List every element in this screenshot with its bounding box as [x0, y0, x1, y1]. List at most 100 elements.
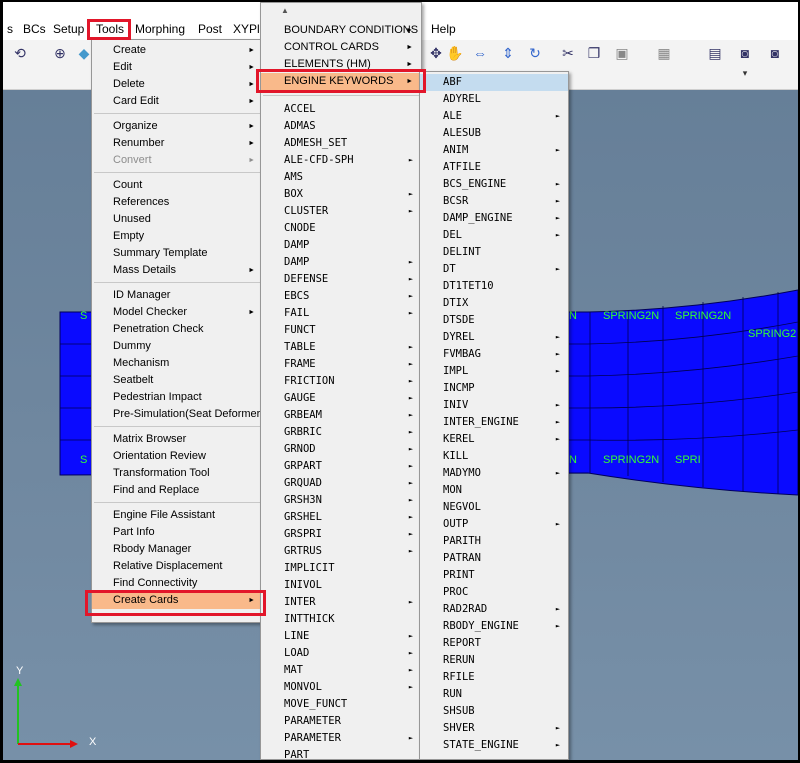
- layers-icon[interactable]: ▦: [655, 44, 673, 62]
- menu-item-iniv[interactable]: INIV ►: [420, 397, 568, 414]
- menu-item-implicit[interactable]: IMPLICIT: [261, 560, 421, 577]
- scroll-up-icon[interactable]: ▲: [281, 6, 289, 15]
- menu-item-cnode[interactable]: CNODE: [261, 220, 421, 237]
- menu-item-kerel[interactable]: KEREL ►: [420, 431, 568, 448]
- menu-item-incmp[interactable]: INCMP: [420, 380, 568, 397]
- menu-tools[interactable]: Tools: [93, 20, 127, 38]
- menu-item-mat[interactable]: MAT ►: [261, 662, 421, 679]
- capture-icon[interactable]: ◙: [766, 44, 784, 62]
- menu-item-mechanism[interactable]: Mechanism: [92, 355, 263, 372]
- rotate-icon[interactable]: ⟲: [11, 44, 29, 62]
- menu-item-madymo[interactable]: MADYMO ►: [420, 465, 568, 482]
- menu-item-grpart[interactable]: GRPART ►: [261, 458, 421, 475]
- menu-item-inivol[interactable]: INIVOL: [261, 577, 421, 594]
- menu-item-fvmbag[interactable]: FVMBAG ►: [420, 346, 568, 363]
- menu-bcs[interactable]: BCs: [20, 20, 49, 38]
- menu-item-del[interactable]: DEL ►: [420, 227, 568, 244]
- menu-item-defense[interactable]: DEFENSE ►: [261, 271, 421, 288]
- menu-item-abf[interactable]: ABF: [420, 74, 568, 91]
- menu-item-unused[interactable]: Unused: [92, 211, 263, 228]
- menu-item-renumber[interactable]: Renumber ►: [92, 135, 263, 152]
- menu-item-grshel[interactable]: GRSHEL ►: [261, 509, 421, 526]
- menu-item-bcs-engine[interactable]: BCS_ENGINE ►: [420, 176, 568, 193]
- menu-item-grquad[interactable]: GRQUAD ►: [261, 475, 421, 492]
- menu-item-control-cards[interactable]: CONTROL CARDS ►: [261, 39, 421, 56]
- menu-item-impl[interactable]: IMPL ►: [420, 363, 568, 380]
- menu-item-summary-template[interactable]: Summary Template: [92, 245, 263, 262]
- menu-item-transformation-tool[interactable]: Transformation Tool: [92, 465, 263, 482]
- menu-item-rad2rad[interactable]: RAD2RAD ►: [420, 601, 568, 618]
- menu-item-ebcs[interactable]: EBCS ►: [261, 288, 421, 305]
- menu-partial[interactable]: s: [4, 20, 16, 38]
- menu-item-grspri[interactable]: GRSPRI ►: [261, 526, 421, 543]
- menu-item-rfile[interactable]: RFILE: [420, 669, 568, 686]
- menu-item-empty[interactable]: Empty: [92, 228, 263, 245]
- menu-item-engine-file-assistant[interactable]: Engine File Assistant: [92, 507, 263, 524]
- menu-item-dt1tet10[interactable]: DT1TET10: [420, 278, 568, 295]
- menu-item-state-engine[interactable]: STATE_ENGINE ►: [420, 737, 568, 754]
- menu-item-bcsr[interactable]: BCSR ►: [420, 193, 568, 210]
- menu-item-outp[interactable]: OUTP ►: [420, 516, 568, 533]
- copy-icon[interactable]: ❐: [585, 44, 603, 62]
- menu-item-grtrus[interactable]: GRTRUS ►: [261, 543, 421, 560]
- menu-item-pedestrian-impact[interactable]: Pedestrian Impact: [92, 389, 263, 406]
- menu-item-damp-engine[interactable]: DAMP_ENGINE ►: [420, 210, 568, 227]
- menu-item-accel[interactable]: ACCEL: [261, 101, 421, 118]
- menu-item-engine-keywords[interactable]: ENGINE KEYWORDS ►: [261, 73, 421, 90]
- menu-item-rbody-engine[interactable]: RBODY_ENGINE ►: [420, 618, 568, 635]
- hand-icon[interactable]: ✋: [446, 44, 464, 62]
- menu-item-find-and-replace[interactable]: Find and Replace: [92, 482, 263, 499]
- menu-item-load[interactable]: LOAD ►: [261, 645, 421, 662]
- menu-item-references[interactable]: References: [92, 194, 263, 211]
- menu-item-dt[interactable]: DT ►: [420, 261, 568, 278]
- menu-item-funct[interactable]: FUNCT: [261, 322, 421, 339]
- menu-item-id-manager[interactable]: ID Manager: [92, 287, 263, 304]
- menu-item-ams[interactable]: AMS: [261, 169, 421, 186]
- menu-setup[interactable]: Setup: [50, 20, 87, 38]
- menu-item-dtsde[interactable]: DTSDE: [420, 312, 568, 329]
- menu-item-parith[interactable]: PARITH: [420, 533, 568, 550]
- menu-item-run[interactable]: RUN: [420, 686, 568, 703]
- menu-item-edit[interactable]: Edit ►: [92, 59, 263, 76]
- menu-item-mass-details[interactable]: Mass Details ►: [92, 262, 263, 279]
- menu-item-parameter[interactable]: PARAMETER ►: [261, 730, 421, 747]
- menu-item-grsh3n[interactable]: GRSH3N ►: [261, 492, 421, 509]
- pan-arrows-icon[interactable]: ✥: [427, 44, 445, 62]
- menu-item-atfile[interactable]: ATFILE: [420, 159, 568, 176]
- menu-item-print[interactable]: PRINT: [420, 567, 568, 584]
- menu-item-frame[interactable]: FRAME ►: [261, 356, 421, 373]
- menu-item-monvol[interactable]: MONVOL ►: [261, 679, 421, 696]
- menu-item-find-connectivity[interactable]: Find Connectivity: [92, 575, 263, 592]
- menu-item-grbeam[interactable]: GRBEAM ►: [261, 407, 421, 424]
- menu-morphing[interactable]: Morphing: [132, 20, 188, 38]
- menu-item-patran[interactable]: PATRAN: [420, 550, 568, 567]
- menu-item-kill[interactable]: KILL: [420, 448, 568, 465]
- menu-item-friction[interactable]: FRICTION ►: [261, 373, 421, 390]
- vertical-arrows-icon[interactable]: ⇕: [499, 44, 517, 62]
- zoom-icon[interactable]: ⊕: [51, 44, 69, 62]
- menu-item-shsub[interactable]: SHSUB: [420, 703, 568, 720]
- menu-item-create-cards[interactable]: Create Cards ►: [92, 592, 263, 609]
- menu-item-create[interactable]: Create ►: [92, 42, 263, 59]
- menu-item-card-edit[interactable]: Card Edit ►: [92, 93, 263, 110]
- menu-item-admesh-set[interactable]: ADMESH_SET: [261, 135, 421, 152]
- menu-item-proc[interactable]: PROC: [420, 584, 568, 601]
- menu-item-admas[interactable]: ADMAS: [261, 118, 421, 135]
- menu-item-rerun[interactable]: RERUN: [420, 652, 568, 669]
- menu-item-organize[interactable]: Organize ►: [92, 118, 263, 135]
- menu-item-move-funct[interactable]: MOVE_FUNCT: [261, 696, 421, 713]
- menu-item-inter[interactable]: INTER ►: [261, 594, 421, 611]
- menu-item-inter-engine[interactable]: INTER_ENGINE ►: [420, 414, 568, 431]
- model-view-icon[interactable]: ▤: [706, 44, 724, 62]
- menu-item-orientation-review[interactable]: Orientation Review: [92, 448, 263, 465]
- menu-item-ale[interactable]: ALE ►: [420, 108, 568, 125]
- menu-item-part-info[interactable]: Part Info: [92, 524, 263, 541]
- menu-item-gauge[interactable]: GAUGE ►: [261, 390, 421, 407]
- menu-item-mon[interactable]: MON: [420, 482, 568, 499]
- menu-item-adyrel[interactable]: ADYREL: [420, 91, 568, 108]
- menu-item-parameter[interactable]: PARAMETER: [261, 713, 421, 730]
- menu-item-grbric[interactable]: GRBRIC ►: [261, 424, 421, 441]
- horizontal-arrows-icon[interactable]: ⇔: [471, 44, 489, 62]
- menu-item-grnod[interactable]: GRNOD ►: [261, 441, 421, 458]
- menu-item-boundary-conditions[interactable]: BOUNDARY CONDITIONS ►: [261, 22, 421, 39]
